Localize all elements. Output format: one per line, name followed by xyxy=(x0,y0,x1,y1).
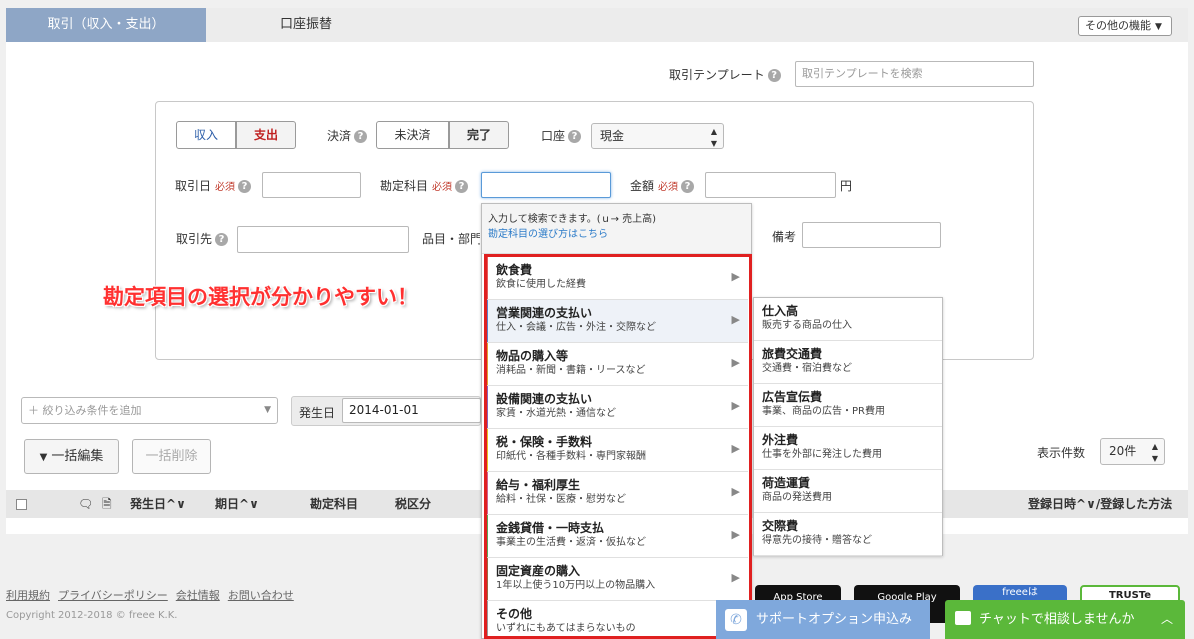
date-filter-label: 発生日 xyxy=(299,406,336,420)
page-size-select[interactable]: 20件 ▲ ▼ xyxy=(1100,438,1165,465)
memo-label: 備考 xyxy=(772,230,797,244)
chat-icon xyxy=(955,611,971,625)
tab-transactions[interactable]: 取引（収入・支出） xyxy=(6,8,206,42)
submenu-item[interactable]: 広告宣伝費事業、商品の広告・PR費用 xyxy=(754,384,942,427)
submenu-desc: 得意先の接待・贈答など xyxy=(762,535,872,546)
help-icon[interactable]: ? xyxy=(568,130,582,143)
submenu-desc: 商品の発送費用 xyxy=(762,492,832,503)
submenu-desc: 事業、商品の広告・PR費用 xyxy=(762,406,885,417)
submenu-title: 外注費 xyxy=(762,433,799,447)
amount-label: 金額 必須? xyxy=(630,177,695,194)
sort-icon: ^∨ xyxy=(239,497,259,511)
help-icon[interactable]: ? xyxy=(681,180,695,193)
partner-label: 取引先? xyxy=(176,230,229,247)
footer-link-privacy[interactable]: プライバシーポリシー xyxy=(58,589,168,602)
expense-toggle[interactable]: 支出 xyxy=(236,121,296,149)
other-functions-label: その他の機能 xyxy=(1085,19,1151,32)
copyright: Copyright 2012-2018 © freee K.K. xyxy=(6,610,178,621)
chat-button[interactable]: チャットで相談しませんか ︿ xyxy=(945,600,1185,639)
phone-icon: ✆ xyxy=(725,609,747,631)
select-all-checkbox[interactable] xyxy=(16,490,27,518)
settled-toggle[interactable]: 完了 xyxy=(449,121,509,149)
chat-label: チャットで相談しませんか xyxy=(979,612,1135,627)
comment-icon: 🗨 xyxy=(78,497,94,511)
submenu-desc: 販売する商品の仕入 xyxy=(762,320,852,331)
sort-icon: ^∨ xyxy=(166,497,186,511)
col-occurred[interactable]: 発生日^∨ xyxy=(130,490,186,518)
submenu-title: 広告宣伝費 xyxy=(762,390,823,404)
date-input[interactable] xyxy=(262,172,361,198)
page-size-value: 20件 xyxy=(1109,444,1137,458)
unsettled-toggle[interactable]: 未決済 xyxy=(376,121,449,149)
submenu-desc: 仕事を外部に発注した費用 xyxy=(762,449,882,460)
dropdown-hint: 入力して検索できます。(ｕ→ 売上高) 勘定科目の選び方はこちら xyxy=(482,204,751,254)
help-icon[interactable]: ? xyxy=(354,130,368,143)
col-tax: 税区分 xyxy=(395,497,432,511)
submenu-item[interactable]: 交際費得意先の接待・贈答など xyxy=(754,513,942,556)
help-icon[interactable]: ? xyxy=(455,180,469,193)
submenu-title: 荷造運賃 xyxy=(762,476,811,490)
bulk-edit-button[interactable]: ▼ 一括編集 xyxy=(24,439,119,474)
submenu-item[interactable]: 荷造運賃商品の発送費用 xyxy=(754,470,942,513)
tab-account-transfer[interactable]: 口座振替 xyxy=(206,8,406,42)
template-search-input[interactable]: 取引テンプレートを検索 xyxy=(795,61,1034,87)
footer-links: 利用規約 プライバシーポリシー 会社情報 お問い合わせ xyxy=(6,587,302,603)
other-functions-button[interactable]: その他の機能 ▼ xyxy=(1078,16,1172,36)
support-option-button[interactable]: ✆ サポートオプション申込み xyxy=(716,600,930,639)
dropdown-help-link[interactable]: 勘定科目の選び方はこちら xyxy=(488,227,745,242)
support-option-label: サポートオプション申込み xyxy=(756,612,913,627)
footer-link-contact[interactable]: お問い合わせ xyxy=(228,589,294,602)
page-size-label: 表示件数 xyxy=(1037,446,1086,460)
help-icon[interactable]: ? xyxy=(767,69,781,82)
submenu-item[interactable]: 旅費交通費交通費・宿泊費など xyxy=(754,341,942,384)
select-arrows-icon: ▲ ▼ xyxy=(710,127,717,148)
highlight-frame xyxy=(484,254,752,639)
item-label: 品目・部門 xyxy=(422,232,480,246)
footer-link-terms[interactable]: 利用規約 xyxy=(6,589,50,602)
subject-label: 勘定科目 必須? xyxy=(380,177,469,194)
chevron-down-icon: ▼ xyxy=(264,405,271,415)
submenu-title: 仕入高 xyxy=(762,304,799,318)
filter-add-input[interactable]: ＋ 絞り込み条件を追加 ▼ xyxy=(21,397,278,424)
template-label: 取引テンプレート? xyxy=(669,66,781,83)
submenu-title: 交際費 xyxy=(762,519,799,533)
submenu-item[interactable]: 仕入高販売する商品の仕入 xyxy=(754,298,942,341)
account-label: 口座? xyxy=(541,127,582,144)
settlement-label: 決済? xyxy=(327,127,368,144)
chevron-down-icon: ▼ xyxy=(1155,22,1162,32)
subject-input[interactable] xyxy=(481,172,611,198)
col-due[interactable]: 期日^∨ xyxy=(215,490,259,518)
submenu-title: 旅費交通費 xyxy=(762,347,823,361)
sort-icon: ^∨ xyxy=(1076,497,1096,511)
document-icon: 🗎 xyxy=(102,497,112,511)
bulk-delete-button[interactable]: 一括削除 xyxy=(132,439,211,474)
partner-input[interactable] xyxy=(237,226,409,253)
submenu-item[interactable]: 外注費仕事を外部に発注した費用 xyxy=(754,427,942,470)
select-arrows-icon: ▲ ▼ xyxy=(1151,442,1158,463)
submenu-desc: 交通費・宿泊費など xyxy=(762,363,852,374)
annotation-text: 勘定項目の選択が分かりやすい！ xyxy=(103,285,418,309)
chevron-up-icon: ︿ xyxy=(1160,612,1173,626)
yen-label: 円 xyxy=(840,179,853,193)
income-toggle[interactable]: 収入 xyxy=(176,121,236,149)
help-icon[interactable]: ? xyxy=(238,180,252,193)
bulk-edit-label: 一括編集 xyxy=(51,449,104,464)
chevron-down-icon: ▼ xyxy=(39,452,48,463)
date-label: 取引日 必須? xyxy=(175,177,252,194)
account-select[interactable]: 現金 ▲ ▼ xyxy=(591,123,724,149)
dropdown-hint-text: 入力して検索できます。(ｕ→ 売上高) xyxy=(488,214,657,225)
footer-link-company[interactable]: 会社情報 xyxy=(176,589,220,602)
col-registered[interactable]: 登録日時^∨/登録した方法 xyxy=(1028,490,1172,518)
help-icon[interactable]: ? xyxy=(215,233,229,246)
date-filter-input[interactable]: 2014-01-01 xyxy=(342,398,481,423)
account-value: 現金 xyxy=(600,129,625,143)
col-subject: 勘定科目 xyxy=(310,497,359,511)
amount-input[interactable] xyxy=(705,172,836,198)
memo-input[interactable] xyxy=(802,222,941,248)
